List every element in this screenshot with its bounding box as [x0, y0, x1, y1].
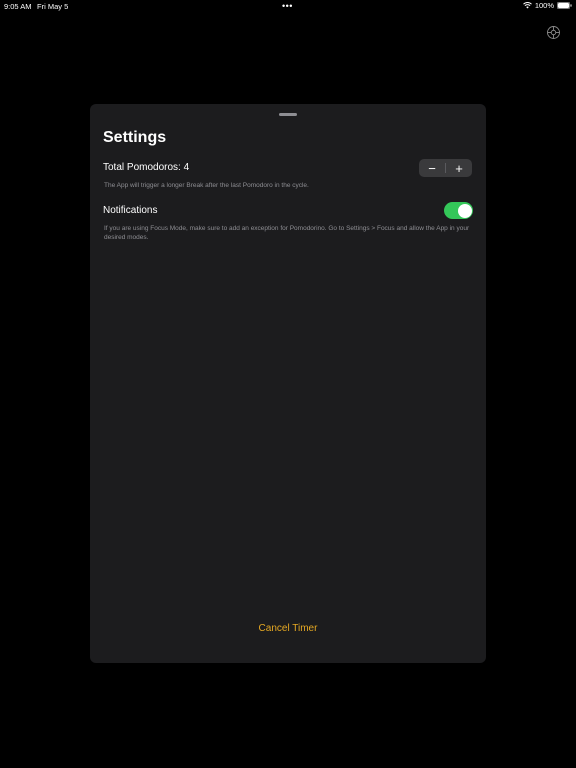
multitasking-dots[interactable]: •••: [282, 1, 293, 11]
toggle-knob: [457, 203, 472, 218]
status-right: 100%: [522, 1, 572, 10]
total-pomodoros-label: Total Pomodoros: 4: [103, 162, 190, 173]
decrement-button[interactable]: −: [419, 159, 445, 177]
increment-button[interactable]: +: [446, 159, 472, 177]
battery-icon: [557, 2, 572, 9]
sheet-grabber[interactable]: [279, 113, 297, 116]
status-time: 9:05 AM: [4, 2, 32, 11]
wifi-icon: [522, 2, 532, 9]
settings-title: Settings: [103, 129, 167, 146]
pomodoros-stepper: − +: [419, 159, 472, 177]
cancel-timer-button[interactable]: Cancel Timer: [90, 623, 486, 634]
settings-sheet: Settings Total Pomodoros: 4 − + The App …: [90, 104, 486, 663]
status-date: Fri May 5: [37, 2, 69, 11]
battery-percent: 100%: [534, 1, 554, 10]
app-screen: 9:05 AM Fri May 5 ••• 100% Settings Tota…: [0, 0, 576, 768]
notifications-label: Notifications: [103, 205, 158, 216]
gear-icon[interactable]: [546, 25, 561, 40]
pomodoros-footnote: The App will trigger a longer Break afte…: [104, 182, 309, 189]
notifications-toggle[interactable]: [444, 202, 473, 219]
notifications-footnote: If you are using Focus Mode, make sure t…: [104, 225, 470, 241]
status-bar: 9:05 AM Fri May 5 ••• 100%: [0, 0, 576, 12]
